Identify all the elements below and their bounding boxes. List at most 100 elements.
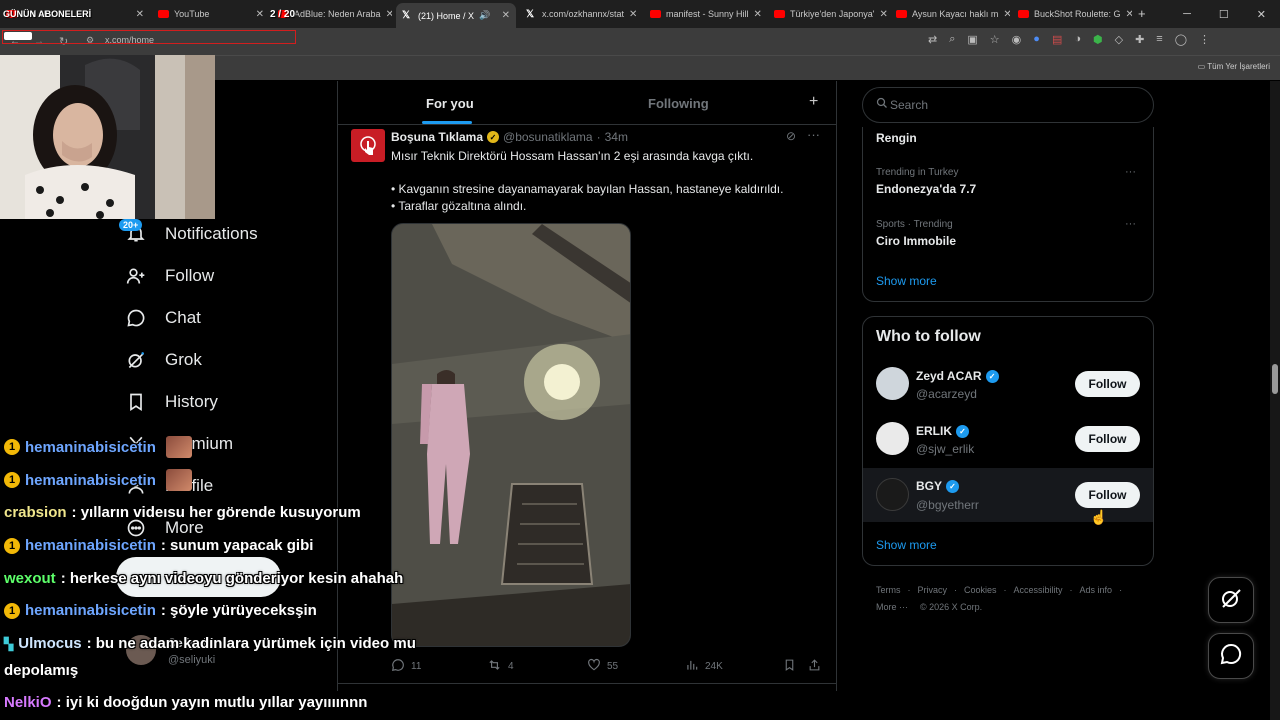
extension-icon[interactable]: ● xyxy=(1033,33,1040,46)
account-handle: @seliyuki xyxy=(168,654,216,666)
suggested-user-handle: @bgyetherr xyxy=(916,498,979,512)
extension-icon[interactable]: ▤ xyxy=(1052,33,1062,46)
suggested-user-name[interactable]: Zeyd ACAR ✓ xyxy=(916,369,999,383)
close-icon[interactable]: ✕ xyxy=(136,9,144,20)
tweet-time[interactable]: 34m xyxy=(605,130,628,144)
follow-button[interactable]: Follow xyxy=(1075,371,1140,397)
tab-for-you[interactable]: For you xyxy=(426,96,474,111)
browser-tab[interactable]: YouTube ✕ xyxy=(152,3,270,25)
footer-accessibility[interactable]: Accessibility xyxy=(1014,585,1063,595)
close-icon[interactable]: ✕ xyxy=(256,9,264,20)
zoom-icon[interactable]: ⌕ xyxy=(949,33,955,46)
close-icon[interactable]: ✕ xyxy=(1003,9,1010,20)
share-button[interactable] xyxy=(808,658,821,675)
profile-icon[interactable]: ◯ xyxy=(1175,33,1187,46)
nav-follow[interactable]: Follow xyxy=(125,265,214,287)
suggested-user-name[interactable]: ERLIK ✓ xyxy=(916,424,969,438)
author-avatar[interactable] xyxy=(351,129,385,162)
views-button[interactable]: 24K xyxy=(685,658,723,675)
browser-tab[interactable]: Türkiye'den Japonya' ✕ xyxy=(768,3,888,25)
trends-show-more[interactable]: Show more xyxy=(876,274,937,288)
trend-more-icon[interactable]: ··· xyxy=(1125,166,1136,178)
avatar[interactable] xyxy=(876,422,909,455)
nav-history[interactable]: History xyxy=(125,391,218,413)
speaker-icon[interactable]: 🔊 xyxy=(479,10,490,21)
trend-name[interactable]: Rengin xyxy=(876,131,917,145)
footer-privacy[interactable]: Privacy xyxy=(918,585,948,595)
tab-label: BuckShot Roulette: G xyxy=(1034,9,1121,19)
footer-ads-info[interactable]: Ads info xyxy=(1080,585,1113,595)
extension-icon[interactable]: ◉ xyxy=(1012,33,1022,46)
page-scrollbar[interactable] xyxy=(1270,81,1280,720)
cast-icon[interactable]: ▣ xyxy=(967,33,977,46)
chat-user: hemaninabisicetin xyxy=(25,602,156,619)
tab-following[interactable]: Following xyxy=(648,96,709,111)
nav-grok[interactable]: Grok xyxy=(125,349,202,371)
extension-icon[interactable]: ⬢ xyxy=(1093,33,1103,46)
browser-tab[interactable]: BuckShot Roulette: G ✕ xyxy=(1012,3,1132,25)
puzzle-icon[interactable]: ✚ xyxy=(1135,33,1144,46)
trend-name[interactable]: Ciro Immobile xyxy=(876,234,956,248)
author-name[interactable]: Boşuna Tıklama xyxy=(391,130,483,144)
reply-button[interactable]: 11 xyxy=(391,658,421,675)
add-tab-icon[interactable]: + xyxy=(809,93,818,111)
browser-tab[interactable]: 𝕏 x.com/ozkhannx/stat ✕ xyxy=(520,3,640,25)
extension-icon[interactable]: ◇ xyxy=(1115,33,1123,46)
nav-notifications[interactable]: Notifications xyxy=(125,223,258,245)
grok-fab-button[interactable] xyxy=(1208,577,1254,623)
close-icon[interactable]: ✕ xyxy=(880,9,888,20)
browser-tab[interactable]: manifest - Sunny Hill ✕ xyxy=(644,3,766,25)
media-icon[interactable]: ≡ xyxy=(1156,33,1162,46)
star-icon[interactable]: ☆ xyxy=(990,33,1000,46)
follow-button[interactable]: Follow xyxy=(1075,426,1140,452)
messages-fab-button[interactable] xyxy=(1208,633,1254,679)
url-text[interactable]: x.com/home xyxy=(105,35,154,45)
trend-more-icon[interactable]: ··· xyxy=(1125,218,1136,230)
footer-terms[interactable]: Terms xyxy=(876,585,901,595)
close-icon[interactable]: ✕ xyxy=(629,9,637,20)
avatar[interactable] xyxy=(876,367,909,400)
repost-button[interactable]: 4 xyxy=(487,658,514,675)
extension-icon[interactable]: ◑ xyxy=(1074,33,1081,46)
nav-label: History xyxy=(165,392,218,411)
tweet-more-icon[interactable]: ··· xyxy=(807,127,820,142)
scrollbar-thumb[interactable] xyxy=(1272,364,1278,394)
avatar[interactable] xyxy=(876,478,909,511)
tweet-video[interactable] xyxy=(391,223,631,647)
maximize-icon[interactable]: ☐ xyxy=(1219,8,1229,21)
nav-label: Chat xyxy=(165,308,201,327)
close-icon[interactable]: ✕ xyxy=(502,10,510,21)
subscribers-label: GÜNÜN ABONELERİ xyxy=(3,9,92,19)
trend-name[interactable]: Endonezya'da 7.7 xyxy=(876,182,976,196)
search-input[interactable]: Search xyxy=(890,98,928,112)
chat-message: wexout : herkese aynı videoyu gönderiyor… xyxy=(4,570,403,587)
close-icon[interactable]: ✕ xyxy=(754,9,762,20)
suggested-user-handle: @acarzeyd xyxy=(916,387,977,401)
footer-cookies[interactable]: Cookies xyxy=(964,585,997,595)
chat-text: : sunum yapacak gibi xyxy=(160,537,314,554)
translate-icon[interactable]: ⇄ xyxy=(928,33,937,46)
view-count: 24K xyxy=(705,661,723,672)
menu-icon[interactable]: ⋮ xyxy=(1199,33,1210,46)
browser-tab-active[interactable]: 𝕏 (21) Home / X 🔊 ✕ xyxy=(396,3,516,28)
close-icon[interactable]: ✕ xyxy=(1126,9,1132,20)
nav-chat[interactable]: Chat xyxy=(125,307,201,329)
close-icon[interactable]: ✕ xyxy=(386,9,392,20)
minimize-icon[interactable]: ─ xyxy=(1183,8,1191,20)
tweet-text-line: Mısır Teknik Direktörü Hossam Hassan'ın … xyxy=(391,149,754,163)
all-bookmarks-folder[interactable]: ▭ Tüm Yer İşaretleri xyxy=(1198,62,1270,71)
bookmark-button[interactable] xyxy=(783,658,796,675)
chat-text: : herkese aynı videoyu gönderiyor kesin … xyxy=(60,570,404,587)
grok-explain-icon[interactable]: ⊘ xyxy=(786,129,796,143)
close-window-icon[interactable]: ✕ xyxy=(1257,8,1266,21)
follow-button[interactable]: Follow xyxy=(1075,482,1140,508)
suggested-user-name[interactable]: BGY ✓ xyxy=(916,479,960,493)
author-handle[interactable]: @bosunatiklama xyxy=(503,130,593,144)
new-tab-icon[interactable]: + xyxy=(1138,6,1146,21)
dot-separator: · xyxy=(596,130,601,144)
x-icon: 𝕏 xyxy=(402,10,411,21)
footer-more[interactable]: More ··· xyxy=(876,602,908,612)
browser-tab[interactable]: Aysun Kayacı haklı m ✕ xyxy=(890,3,1010,25)
who-to-follow-show-more[interactable]: Show more xyxy=(876,538,937,552)
like-button[interactable]: 55 xyxy=(587,658,618,675)
